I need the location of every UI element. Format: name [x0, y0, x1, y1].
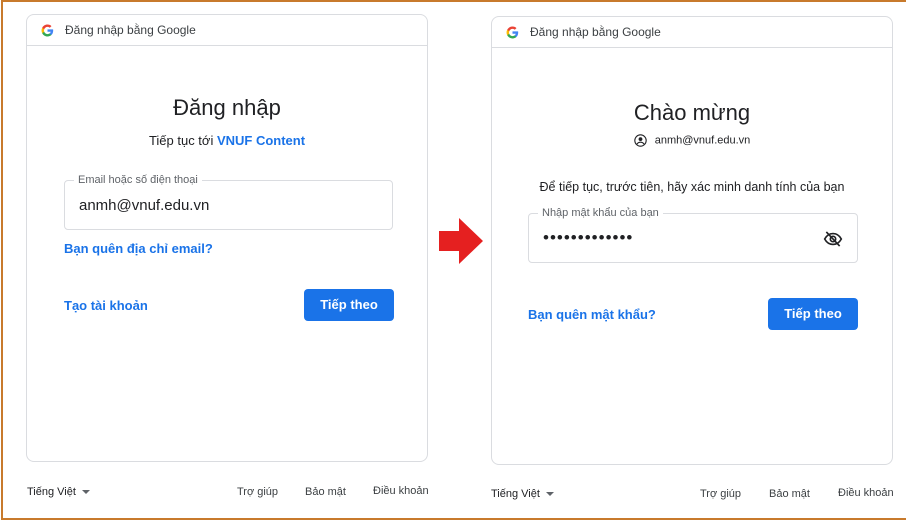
privacy-link[interactable]: Bảo mật — [305, 486, 346, 498]
subtitle-prefix: Tiếp tục tới — [148, 133, 217, 148]
next-button[interactable]: Tiếp theo — [304, 289, 394, 321]
sign-in-panel-email: Đăng nhập bằng Google Đăng nhập Tiếp tục… — [26, 14, 428, 462]
forgot-password-link[interactable]: Bạn quên mật khẩu? — [528, 307, 656, 322]
language-label: Tiếng Việt — [491, 488, 540, 500]
help-link[interactable]: Trợ giúp — [237, 486, 278, 498]
panel-header: Đăng nhập bằng Google — [492, 17, 892, 48]
password-field-value[interactable]: ••••••••••••• — [543, 228, 633, 248]
panel-header: Đăng nhập bằng Google — [27, 15, 427, 46]
password-field-label: Nhập mật khẩu của bạn — [538, 207, 663, 219]
eye-off-icon[interactable] — [823, 229, 843, 249]
password-field[interactable]: Nhập mật khẩu của bạn ••••••••••••• — [528, 207, 858, 263]
chevron-down-icon — [545, 492, 554, 497]
page-title: Chào mừng — [633, 100, 751, 125]
chevron-down-icon — [81, 490, 90, 495]
language-selector[interactable]: Tiếng Việt — [27, 486, 90, 498]
page-title: Đăng nhập — [173, 95, 281, 120]
page-subtitle: Tiếp tục tới VNUF Content — [27, 133, 427, 148]
language-label: Tiếng Việt — [27, 486, 76, 498]
panel-header-title: Đăng nhập bằng Google — [530, 25, 661, 39]
panel-header-title: Đăng nhập bằng Google — [65, 23, 196, 37]
create-account-link[interactable]: Tạo tài khoản — [64, 298, 148, 313]
account-email: anmh@vnuf.edu.vn — [654, 134, 751, 147]
google-logo-icon — [506, 26, 519, 38]
next-button[interactable]: Tiếp theo — [768, 298, 858, 330]
forgot-email-link[interactable]: Bạn quên địa chỉ email? — [64, 241, 213, 256]
google-logo-icon — [41, 24, 54, 36]
account-circle-icon — [633, 134, 647, 147]
privacy-link[interactable]: Bảo mật — [769, 488, 810, 500]
email-field[interactable]: Email hoặc số điện thoại anmh@vnuf.edu.v… — [64, 174, 393, 230]
arrow-right-icon — [439, 218, 483, 264]
help-link[interactable]: Trợ giúp — [700, 488, 741, 500]
app-name-link[interactable]: VNUF Content — [217, 133, 305, 148]
terms-link[interactable]: Điều khoản — [838, 487, 894, 499]
account-chip[interactable]: anmh@vnuf.edu.vn — [492, 134, 892, 147]
language-selector[interactable]: Tiếng Việt — [491, 488, 554, 500]
sign-in-panel-password: Đăng nhập bằng Google Chào mừng anmh@vnu… — [491, 16, 893, 465]
email-field-value[interactable]: anmh@vnuf.edu.vn — [79, 197, 209, 214]
verify-identity-text: Để tiếp tục, trước tiên, hãy xác minh da… — [539, 180, 845, 194]
email-field-label: Email hoặc số điện thoại — [74, 174, 202, 186]
terms-link[interactable]: Điều khoản — [373, 485, 429, 497]
